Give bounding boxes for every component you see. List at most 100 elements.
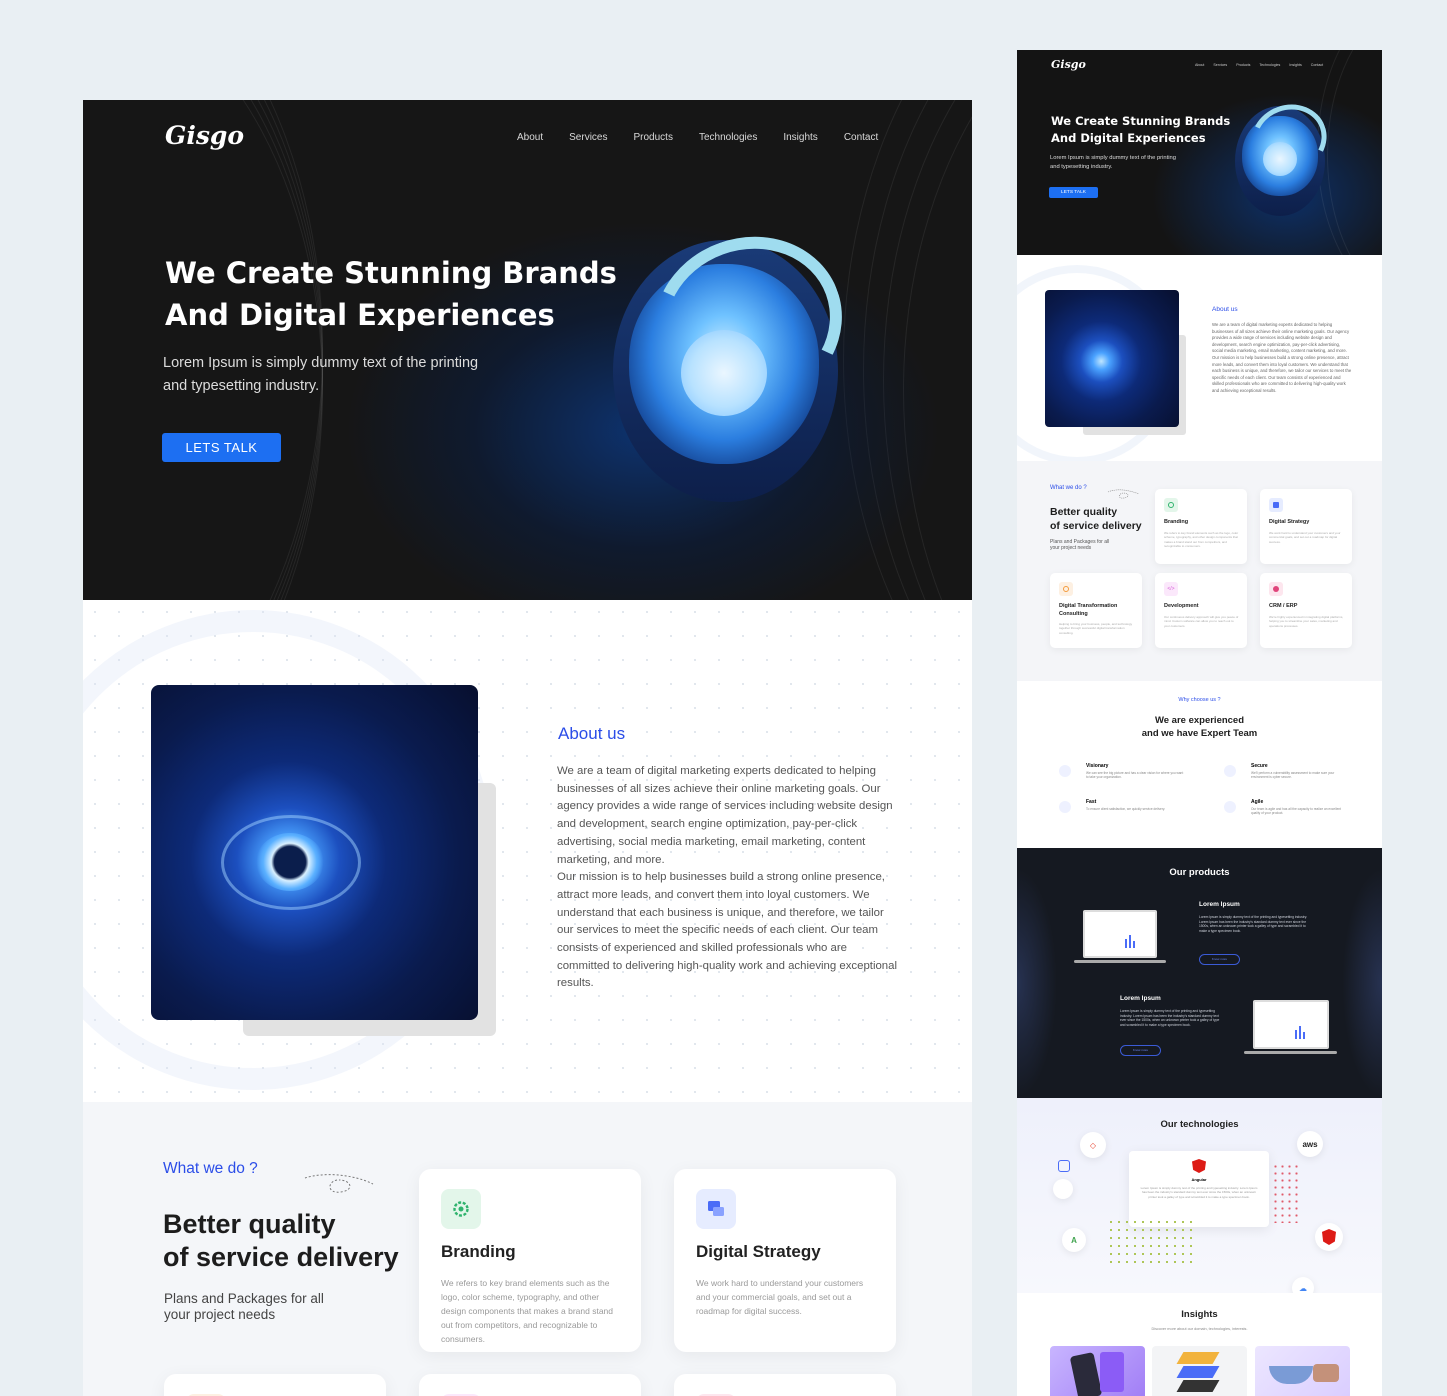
small-about-heading: About us	[1212, 306, 1238, 313]
why-item-text: We'll perform a vulnerability assessment…	[1251, 771, 1335, 780]
small-about-eye-illustration	[1045, 290, 1179, 427]
insights-subtitle: Discover more about our domain, technolo…	[1151, 1327, 1248, 1331]
nav-products[interactable]: Products	[634, 132, 673, 143]
know-more-button[interactable]: Know more	[1199, 954, 1240, 965]
android-icon[interactable]: A	[1062, 1228, 1086, 1252]
why-item-title: Fast	[1086, 799, 1097, 805]
small-nav-services[interactable]: Services	[1213, 63, 1227, 67]
small-why-section: Why choose us ? We are experienced and w…	[1017, 681, 1382, 848]
small-nav-technologies[interactable]: Technologies	[1259, 63, 1280, 67]
small-card-branding[interactable]: Branding We refers to key brand elements…	[1155, 489, 1247, 564]
why-item-title: Agile	[1251, 799, 1264, 805]
lets-talk-button[interactable]: LETS TALK	[162, 433, 281, 462]
shield-icon	[1224, 765, 1236, 777]
small-decorative-squiggle	[1107, 489, 1140, 499]
know-more-button[interactable]: Know more	[1120, 1045, 1161, 1056]
eye-icon	[1059, 765, 1071, 777]
small-products-section: Our products Lorem Ipsum Lorem Ipsum is …	[1017, 848, 1382, 1098]
insights-heading: Insights	[1181, 1309, 1218, 1320]
small-nav-products[interactable]: Products	[1236, 63, 1250, 67]
why-title: We are experienced and we have Expert Te…	[1141, 715, 1258, 739]
angular-logo-icon[interactable]	[1315, 1223, 1343, 1251]
small-nav-contact[interactable]: Contact	[1311, 63, 1323, 67]
about-heading: About us	[558, 724, 626, 743]
small-card-title: Branding	[1164, 519, 1189, 525]
insight-card-3[interactable]	[1255, 1346, 1350, 1396]
small-card-consulting[interactable]: Digital Transformation Consulting Helpin…	[1050, 573, 1142, 648]
product-laptop-2	[1253, 1000, 1329, 1049]
service-card-consulting[interactable]	[164, 1374, 386, 1396]
small-about-text: We are a team of digital marketing exper…	[1212, 322, 1352, 393]
product-title: Lorem Ipsum	[1120, 995, 1161, 1002]
small-card-crm[interactable]: CRM / ERP We're highly experienced in in…	[1260, 573, 1352, 648]
nav-technologies[interactable]: Technologies	[699, 132, 757, 143]
featured-tech-card[interactable]: Angular Lorem Ipsum is simply dummy text…	[1129, 1151, 1269, 1227]
services-eyebrow: What we do ?	[163, 1160, 258, 1177]
small-card-development[interactable]: </> Development Our continuous delivery …	[1155, 573, 1247, 648]
featured-tech-name: Angular	[1191, 1177, 1207, 1182]
why-item-text: Our team is agile and has all the capaci…	[1251, 807, 1342, 816]
hex-icon	[1058, 1160, 1070, 1172]
logo[interactable]: Gisgo	[165, 120, 244, 152]
small-strategy-icon	[1269, 498, 1283, 512]
hero-subtitle: Lorem Ipsum is simply dummy text of the …	[163, 355, 479, 394]
small-card-text: Our continuous delivery approach will gi…	[1164, 615, 1239, 628]
services-title: Better quality of service delivery	[163, 1209, 399, 1272]
small-nav: About Services Products Technologies Ins…	[1195, 63, 1323, 67]
why-item-text: We can see the big picture and has a cle…	[1086, 771, 1184, 780]
service-card-digital-strategy[interactable]: Digital Strategy We work hard to underst…	[674, 1169, 896, 1352]
desktop-mockup-large: Gisgo About Services Products Technologi…	[83, 100, 972, 1396]
small-card-text: We're highly experienced in integrating …	[1269, 615, 1344, 628]
small-lets-talk-button[interactable]: LETS TALK	[1049, 187, 1098, 198]
nav-contact[interactable]: Contact	[844, 132, 878, 143]
product-text: Lorem Ipsum is simply dummy text of the …	[1199, 915, 1308, 934]
insight-card-1[interactable]	[1050, 1346, 1145, 1396]
decorative-dots-red	[1272, 1163, 1302, 1223]
small-hero-title: We Create Stunning Brands And Digital Ex…	[1051, 114, 1231, 145]
nav-about[interactable]: About	[517, 132, 543, 143]
why-item-title: Visionary	[1086, 763, 1109, 769]
nav-insights[interactable]: Insights	[783, 132, 817, 143]
small-services-title: Better quality of service delivery	[1050, 506, 1142, 532]
insight-card-2[interactable]	[1152, 1346, 1247, 1396]
desktop-mockup-small: Gisgo About Services Products Technologi…	[1017, 50, 1382, 1396]
main-nav: About Services Products Technologies Ins…	[517, 132, 878, 143]
service-card-branding[interactable]: Branding We refers to key brand elements…	[419, 1169, 641, 1352]
nav-services[interactable]: Services	[569, 132, 607, 143]
hero-3d-illustration	[613, 210, 867, 510]
small-card-title: Digital Strategy	[1269, 519, 1310, 525]
blank-tech-icon[interactable]	[1053, 1179, 1073, 1199]
decorative-dots-green	[1107, 1218, 1197, 1268]
small-card-title: CRM / ERP	[1269, 603, 1298, 609]
why-item-title: Secure	[1251, 763, 1268, 769]
card-text: We refers to key brand elements such as …	[441, 1278, 613, 1344]
rocket-icon	[1059, 801, 1071, 813]
product-text: Lorem Ipsum is simply dummy text of the …	[1120, 1009, 1220, 1028]
strategy-icon	[696, 1189, 736, 1229]
small-card-digital-strategy[interactable]: Digital Strategy We work hard to underst…	[1260, 489, 1352, 564]
why-item-text: To ensure client satisfaction, we quickl…	[1086, 807, 1166, 811]
small-about-section: About us We are a team of digital market…	[1017, 255, 1382, 465]
service-card-development[interactable]	[419, 1374, 641, 1396]
small-hero-section: Gisgo About Services Products Technologi…	[1017, 50, 1382, 255]
hero-title: We Create Stunning Brands And Digital Ex…	[165, 256, 617, 332]
small-nav-insights[interactable]: Insights	[1289, 63, 1301, 67]
small-gear-icon	[1164, 498, 1178, 512]
service-card-crm[interactable]	[674, 1374, 896, 1396]
about-text: We are a team of digital marketing exper…	[557, 765, 898, 990]
small-logo[interactable]: Gisgo	[1051, 58, 1086, 71]
laravel-icon[interactable]: ◇	[1080, 1132, 1106, 1158]
small-services-subtitle: Plans and Packages for all your project …	[1050, 539, 1110, 551]
decorative-squiggle	[304, 1174, 374, 1193]
aws-icon[interactable]: aws	[1297, 1131, 1323, 1157]
products-heading: Our products	[1169, 867, 1230, 878]
small-code-icon: </>	[1164, 582, 1178, 596]
small-hero-3d-illustration	[1235, 94, 1337, 218]
small-services-eyebrow: What we do ?	[1050, 485, 1087, 491]
hero-section: Gisgo About Services Products Technologi…	[83, 100, 972, 600]
small-insights-section: Insights Discover more about our domain,…	[1017, 1293, 1382, 1396]
small-nav-about[interactable]: About	[1195, 63, 1204, 67]
card-text: We work hard to understand your customer…	[696, 1278, 864, 1316]
small-card-title: Development	[1164, 603, 1199, 609]
about-section: About us We are a team of digital market…	[83, 600, 972, 1102]
